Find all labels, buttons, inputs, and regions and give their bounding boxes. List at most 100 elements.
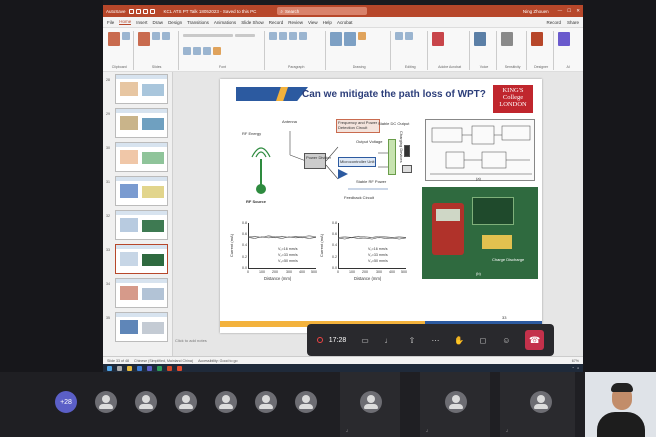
font-color-icon[interactable]	[212, 47, 221, 55]
tab-help[interactable]: Help	[323, 20, 332, 25]
participant-avatar[interactable]	[360, 391, 382, 413]
slide-canvas[interactable]: Can we mitigate the path loss of WPT? KI…	[220, 79, 542, 333]
more-participants-button[interactable]: +28	[55, 391, 77, 413]
notes-placeholder[interactable]: Click to add notes	[175, 338, 207, 343]
tab-draw[interactable]: Draw	[153, 20, 164, 25]
align-icon[interactable]	[289, 32, 298, 40]
participant-avatar[interactable]	[135, 391, 157, 413]
user-name[interactable]: Ning Zhouen	[523, 9, 549, 14]
language-indicator[interactable]: Chinese (Simplified, Mainland China)	[134, 359, 193, 363]
close-button[interactable]: ✕	[576, 8, 580, 14]
undo-icon[interactable]	[135, 8, 141, 14]
record-button[interactable]: Record	[546, 20, 561, 25]
slide-thumbnail[interactable]	[115, 108, 168, 138]
participant-avatar[interactable]	[95, 391, 117, 413]
font-family-select[interactable]	[182, 34, 233, 37]
tab-slide-show[interactable]: Slide Show	[241, 20, 264, 25]
slide-thumbnail[interactable]	[115, 142, 168, 172]
search-box[interactable]: ⌕ Search	[277, 7, 368, 15]
accessibility-status[interactable]: Accessibility: Good to go	[198, 359, 237, 363]
paste-icon[interactable]	[108, 32, 120, 46]
redo-icon[interactable]	[142, 8, 148, 14]
layout-icon[interactable]	[151, 32, 160, 40]
ai-icon[interactable]	[558, 32, 571, 46]
minimize-button[interactable]: —	[558, 8, 563, 14]
slide-thumbnail[interactable]	[115, 312, 168, 342]
zoom-level[interactable]: 67%	[572, 359, 579, 363]
participant-avatar[interactable]	[445, 391, 467, 413]
speaker-video[interactable]	[585, 372, 656, 437]
tab-view[interactable]: View	[308, 20, 318, 25]
underline-icon[interactable]	[202, 47, 211, 55]
more-options-icon[interactable]: ⋯	[431, 335, 440, 345]
slide-thumbnail-pane[interactable]: 28 29 30 31 32 33 34 35	[103, 72, 173, 356]
slide-thumbnail-selected[interactable]	[115, 244, 168, 274]
participant-avatar[interactable]	[175, 391, 197, 413]
slide-thumbnail[interactable]	[115, 278, 168, 308]
arrange-icon[interactable]	[344, 32, 357, 46]
edge-icon[interactable]	[137, 365, 142, 371]
tab-design[interactable]: Design	[168, 20, 182, 25]
slide-thumbnail[interactable]	[115, 210, 168, 240]
save-icon[interactable]	[128, 8, 134, 14]
file-explorer-icon[interactable]	[127, 365, 132, 371]
microcontroller-label: Microcontroller Unit	[340, 159, 375, 164]
numbering-icon[interactable]	[279, 32, 288, 40]
replace-icon[interactable]	[405, 32, 414, 40]
find-icon[interactable]	[395, 32, 404, 40]
bold-icon[interactable]	[182, 47, 191, 55]
bullets-icon[interactable]	[269, 32, 278, 40]
camera-off-icon[interactable]: ▭	[360, 335, 369, 345]
wifi-icon[interactable]: ◔	[572, 366, 574, 370]
search-taskbar-icon[interactable]	[117, 365, 122, 371]
designer-icon[interactable]	[530, 32, 543, 46]
tab-acrobat[interactable]: Acrobat	[337, 20, 353, 25]
ribbon-group-editing: Editing	[393, 31, 429, 70]
autosave-label[interactable]: AutoSave	[106, 9, 126, 14]
new-slide-icon[interactable]	[137, 32, 150, 46]
chat-icon[interactable]: ◻	[478, 335, 487, 345]
line-spacing-icon[interactable]	[299, 32, 308, 40]
tab-insert[interactable]: Insert	[136, 20, 147, 25]
excel-icon[interactable]	[157, 365, 162, 371]
volume-icon[interactable]: ◖	[577, 366, 579, 370]
participant-avatar[interactable]	[530, 391, 552, 413]
system-tray: ◔ ◖	[572, 366, 579, 370]
share-screen-icon[interactable]: ⇧	[407, 335, 416, 345]
create-pdf-icon[interactable]	[432, 32, 445, 46]
start-icon[interactable]	[107, 365, 112, 371]
participants-icon[interactable]: ☺	[502, 335, 511, 345]
shape-fill-icon[interactable]	[358, 32, 367, 40]
tab-file[interactable]: File	[107, 20, 114, 25]
italic-icon[interactable]	[192, 47, 201, 55]
maximize-button[interactable]: ☐	[567, 8, 571, 14]
teams-icon[interactable]	[147, 365, 152, 371]
x-tick: 500	[311, 270, 317, 274]
powerpoint-taskbar-icon[interactable]	[167, 365, 172, 371]
dictate-icon[interactable]	[473, 32, 486, 46]
raise-hand-icon[interactable]: ✋	[454, 335, 464, 345]
hang-up-button[interactable]: ☎	[525, 330, 545, 350]
tab-review[interactable]: Review	[288, 20, 303, 25]
shapes-icon[interactable]	[330, 32, 343, 46]
tab-record[interactable]: Record	[269, 20, 284, 25]
microphone-icon[interactable]: ♩	[384, 335, 393, 345]
font-size-select[interactable]	[234, 34, 255, 37]
tab-animations[interactable]: Animations	[214, 20, 236, 25]
chrome-icon[interactable]	[177, 365, 182, 371]
participant-avatar[interactable]	[255, 391, 277, 413]
share-button[interactable]: Share	[567, 20, 579, 25]
mic-off-icon: ♩	[426, 428, 431, 434]
participant-avatar[interactable]	[215, 391, 237, 413]
rf-energy-label: RF Energy	[242, 131, 262, 136]
section-icon[interactable]	[161, 32, 170, 40]
tab-home[interactable]: Home	[119, 19, 132, 25]
participant-avatar[interactable]	[295, 391, 317, 413]
slide-thumbnail[interactable]	[115, 176, 168, 206]
present-icon[interactable]	[149, 8, 155, 14]
cut-icon[interactable]	[122, 32, 130, 40]
tab-transitions[interactable]: Transitions	[187, 20, 209, 25]
sensitivity-icon[interactable]	[501, 32, 514, 46]
slide-thumbnail[interactable]	[115, 74, 168, 104]
measurement-photo: Charge Discharge (b)	[422, 187, 538, 279]
